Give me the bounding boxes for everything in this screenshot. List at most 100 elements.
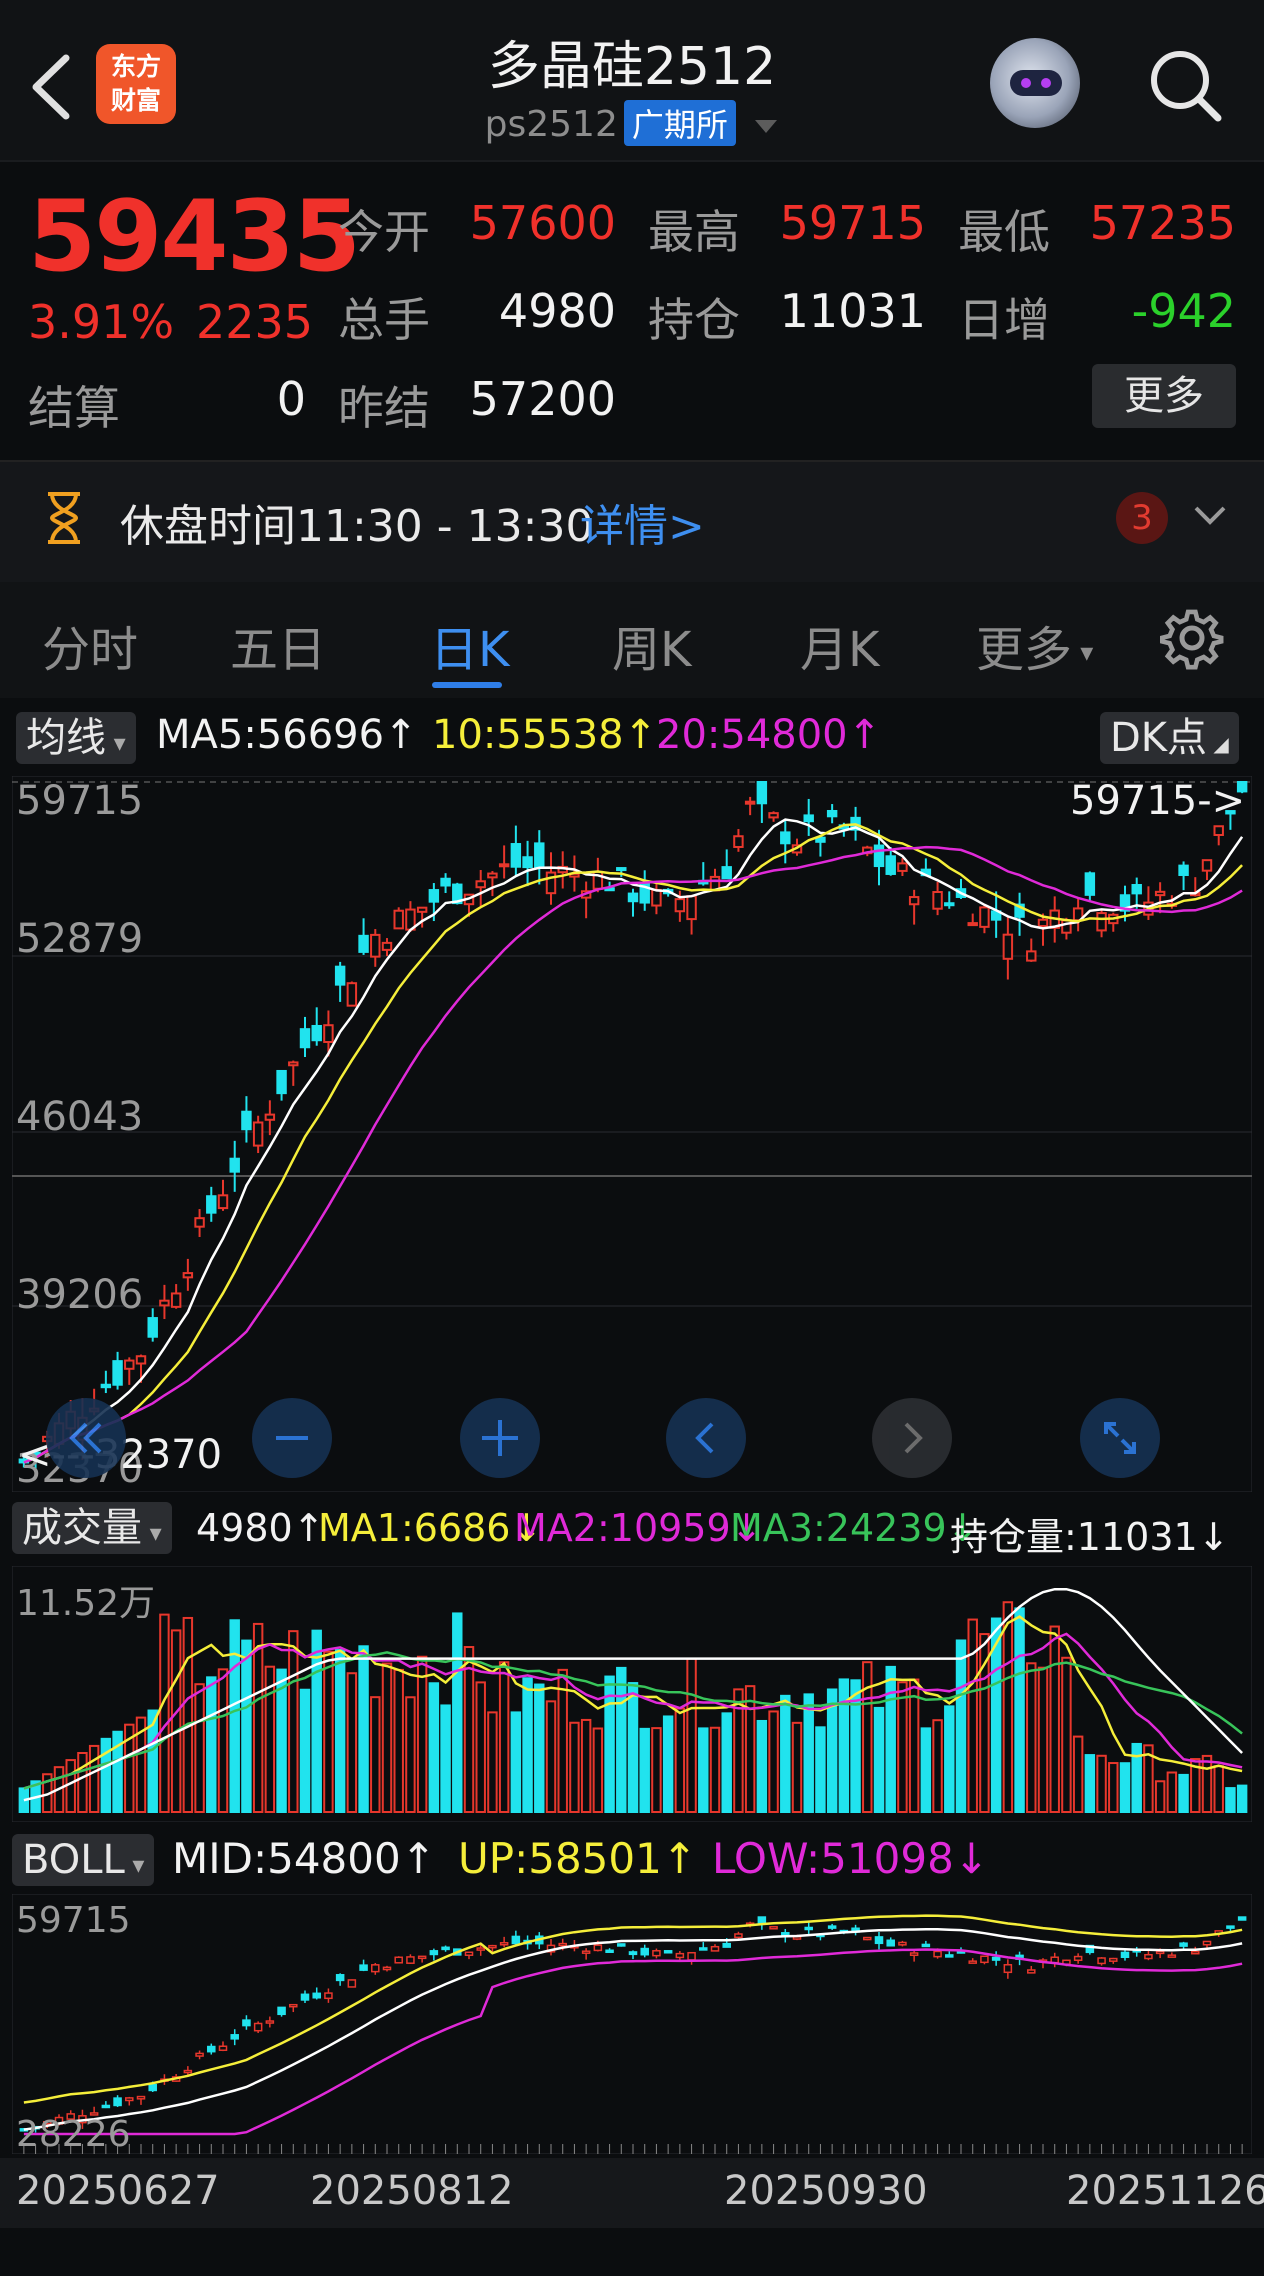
kline-candle-up (897, 862, 908, 872)
tab-monthly-k[interactable]: 月K (800, 610, 879, 680)
volume-bar (498, 1661, 510, 1813)
kline-candle-up (768, 812, 779, 819)
date-label-1: 20250627 (16, 2168, 220, 2214)
volume-axis-top-label: 11.52万 (16, 1583, 156, 1624)
tab-intraday[interactable]: 分时 (42, 610, 138, 680)
plus-icon (482, 1420, 518, 1456)
active-tab-indicator (432, 682, 502, 688)
chevron-down-icon[interactable] (1192, 504, 1228, 528)
volume-bar (627, 1682, 639, 1813)
boll-candle (499, 1942, 509, 1946)
volume-bar (686, 1657, 697, 1813)
boll-candle (265, 2020, 275, 2024)
kline-candle-down (358, 934, 369, 953)
double-chevron-left-icon (69, 1422, 102, 1454)
details-link[interactable]: 详情> (580, 490, 705, 554)
tab-five-day[interactable]: 五日 (230, 610, 326, 680)
boll-candle (1027, 1969, 1036, 1974)
boll-candle (371, 1964, 380, 1973)
date-label-2: 20250812 (310, 2168, 514, 2214)
kline-candle-up (1213, 825, 1224, 836)
scroll-left-button[interactable] (666, 1398, 746, 1478)
kline-candle-down (1084, 872, 1096, 896)
kline-candle-down (241, 1110, 252, 1131)
kline-candle-down (428, 889, 440, 903)
daily-oi-change-label: 日增 (958, 293, 1050, 347)
indicator-selector-ma[interactable]: 均线 ▾ (16, 712, 136, 764)
volume-bar (194, 1683, 205, 1813)
boll-candle (1226, 1925, 1235, 1929)
volume-bar (592, 1727, 604, 1813)
volume-bar (405, 1696, 416, 1813)
boll-candle (488, 1944, 497, 1949)
kline-candle-up (967, 922, 978, 927)
fullscreen-button[interactable] (1080, 1398, 1160, 1478)
boll-candle (359, 1964, 368, 1971)
kline-candle-down (756, 781, 768, 805)
boll-candle (1167, 1954, 1177, 1958)
boll-candle (1097, 1957, 1106, 1965)
kline-candle-down (1131, 884, 1142, 895)
boll-candle (511, 1935, 521, 1945)
boll-candle (394, 1956, 403, 1964)
kline-candle-up (498, 863, 510, 868)
tab-weekly-k[interactable]: 周K (612, 610, 691, 680)
boll-candle (207, 2045, 216, 2053)
boll-candle (804, 1926, 813, 1931)
dropdown-triangle-icon (755, 120, 778, 133)
hourglass-icon (48, 492, 80, 544)
kline-chart[interactable] (12, 776, 1252, 1492)
kline-candle-down (616, 867, 627, 872)
contract-subtitle[interactable]: ps2512 广期所 (0, 100, 1264, 146)
boll-candle (1003, 1964, 1013, 1974)
change-percent: 3.91% (28, 295, 175, 349)
scroll-to-start-button[interactable] (46, 1398, 126, 1478)
volume-bar (334, 1649, 346, 1813)
chevron-left-icon (695, 1422, 714, 1454)
volume-ma2: MA2:10959↓ (514, 1506, 763, 1550)
boll-candle (1179, 1942, 1188, 1947)
volume-bar (381, 1662, 393, 1813)
kline-candle-down (1178, 864, 1189, 876)
boll-candle (476, 1947, 485, 1951)
kline-candle-down (780, 831, 791, 845)
boll-candle (464, 1951, 474, 1956)
boll-chart[interactable] (12, 1894, 1252, 2154)
volume-bar (955, 1639, 967, 1814)
more-quote-button[interactable]: 更多 (1092, 364, 1236, 428)
open-interest-legend: 持仓量:11031↓ (950, 1515, 1230, 1559)
search-icon[interactable] (1146, 46, 1224, 124)
dk-points-button[interactable]: DK点 ◢ (1100, 712, 1239, 764)
open-interest-label: 持仓 (648, 293, 740, 347)
minus-icon (276, 1436, 308, 1440)
boll-low: LOW:51098↓ (712, 1834, 989, 1883)
volume-bar (1049, 1625, 1060, 1814)
volume-bar (206, 1676, 217, 1814)
ma5-legend: MA5:56696↑ (156, 712, 418, 758)
volume-bar (358, 1645, 369, 1813)
kline-candle-down (100, 1383, 112, 1389)
zoom-in-button[interactable] (460, 1398, 540, 1478)
volume-bar (452, 1612, 463, 1813)
gear-icon[interactable] (1160, 606, 1224, 670)
volume-bar (698, 1727, 709, 1813)
kline-candle-down (440, 877, 451, 887)
tab-more[interactable]: 更多 ▾ (976, 610, 1093, 680)
volume-bar (780, 1694, 791, 1813)
zoom-out-button[interactable] (252, 1398, 332, 1478)
indicator-selector-volume[interactable]: 成交量 ▾ (12, 1502, 172, 1554)
high-value: 59715 (779, 196, 926, 250)
boll-candle (640, 1947, 649, 1956)
scroll-right-button[interactable] (872, 1398, 952, 1478)
volume-bar (510, 1711, 522, 1813)
volume-bar (299, 1688, 311, 1813)
kline-candle-down (627, 892, 639, 903)
price-axis-label-3: 46043 (16, 1094, 144, 1140)
tab-daily-k[interactable]: 日K (430, 610, 509, 680)
volume-chart[interactable] (12, 1566, 1252, 1822)
kline-candle-up (194, 1217, 205, 1228)
volume-bar (440, 1704, 451, 1813)
indicator-selector-boll[interactable]: BOLL ▾ (12, 1834, 155, 1886)
kline-candle-up (545, 871, 557, 895)
volume-bar (1037, 1666, 1049, 1813)
